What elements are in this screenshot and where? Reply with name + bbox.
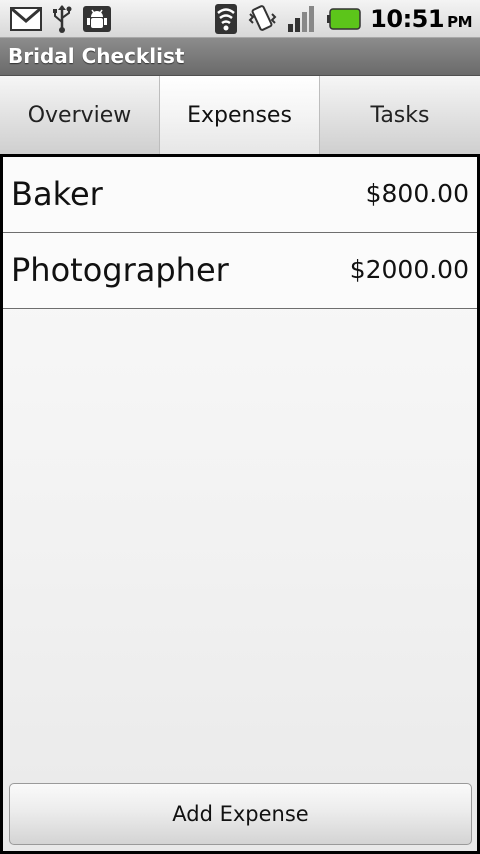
expenses-content: Baker $800.00 Photographer $2000.00 Add …	[0, 154, 480, 854]
expense-amount: $2000.00	[349, 255, 469, 284]
tab-overview[interactable]: Overview	[0, 76, 160, 154]
android-debug-icon	[82, 5, 112, 33]
tab-bar: Overview Expenses Tasks	[0, 76, 480, 154]
add-expense-button[interactable]: Add Expense	[9, 783, 472, 845]
usb-icon	[50, 4, 74, 34]
battery-icon	[327, 8, 361, 30]
tab-expenses[interactable]: Expenses	[160, 76, 320, 154]
gmail-icon	[10, 6, 42, 32]
wifi-icon	[214, 3, 238, 35]
signal-icon	[286, 4, 318, 34]
vibrate-icon	[247, 4, 277, 34]
expense-row[interactable]: Baker $800.00	[3, 157, 477, 233]
clock-ampm: PM	[447, 13, 472, 31]
app-title-bar: Bridal Checklist	[0, 38, 480, 76]
clock: 10:51 PM	[370, 5, 472, 33]
app-title: Bridal Checklist	[8, 44, 185, 68]
clock-time: 10:51	[370, 5, 445, 33]
expense-amount: $800.00	[365, 179, 469, 208]
expense-row[interactable]: Photographer $2000.00	[3, 233, 477, 309]
expense-name: Photographer	[11, 251, 229, 289]
tab-tasks[interactable]: Tasks	[320, 76, 480, 154]
status-bar: 10:51 PM	[0, 0, 480, 38]
expenses-panel: Baker $800.00 Photographer $2000.00 Add …	[3, 157, 477, 851]
expense-name: Baker	[11, 175, 103, 213]
